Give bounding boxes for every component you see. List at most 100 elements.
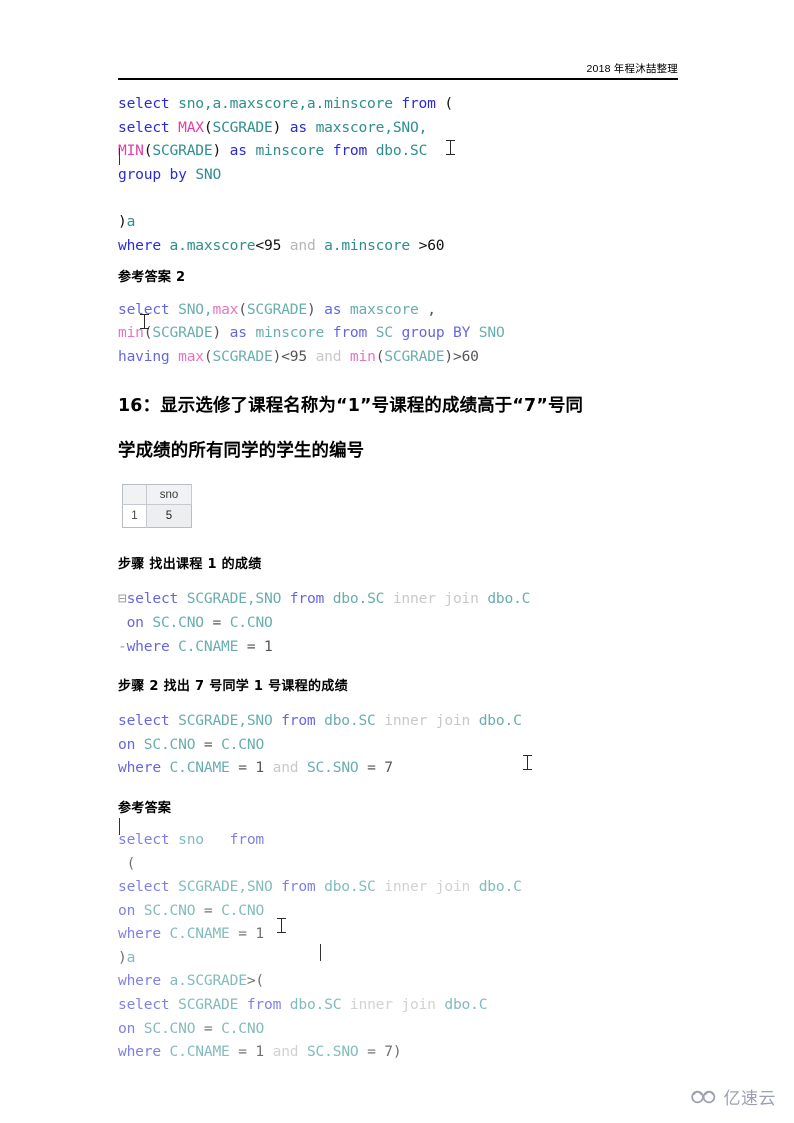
code-token: inner join xyxy=(349,996,436,1014)
table-row[interactable]: 1 5 xyxy=(122,504,192,529)
code-token: a xyxy=(126,948,136,966)
code-token: , xyxy=(427,300,436,318)
code-token: and xyxy=(272,1043,299,1061)
code-token: inner join xyxy=(384,712,471,730)
code-token: as xyxy=(289,118,307,136)
code-token: SCGRADE xyxy=(212,118,273,136)
code-token: ) xyxy=(392,1043,402,1061)
code-token: C.CNO xyxy=(221,901,265,919)
grid-row-number[interactable]: 1 xyxy=(122,504,147,528)
code-token: ( xyxy=(255,972,264,990)
code-token: select xyxy=(118,300,170,318)
code-token: ) xyxy=(212,142,222,160)
code-token: from xyxy=(401,95,436,112)
code-token: maxscore,SNO, xyxy=(315,118,428,136)
code-token: 95 xyxy=(289,347,307,365)
grid-cell-sno-value[interactable]: 5 xyxy=(146,504,192,529)
code-token: SNO xyxy=(478,324,505,342)
code-token: from xyxy=(281,712,316,730)
code-token: where xyxy=(118,236,161,254)
code-token: 1 xyxy=(255,1043,265,1061)
code-block-4: ⊟select SCGRADE,SNO from dbo.SC inner jo… xyxy=(118,587,698,658)
code-block-1: select sno,a.maxscore,a.minscore from (s… xyxy=(118,92,698,186)
page-header: 2018 年程沐喆整理 xyxy=(118,62,678,80)
heading-reference-answer: 参考答案 xyxy=(118,800,172,816)
code-line: where a.maxscore<95 and a.minscore >60 xyxy=(118,234,698,258)
code-token: as xyxy=(229,142,247,160)
code-token: where xyxy=(118,925,161,943)
result-grid[interactable]: sno 1 5 xyxy=(122,484,192,529)
code-line: )a xyxy=(118,946,698,970)
code-token: = xyxy=(367,759,376,777)
code-token: dbo.SC xyxy=(289,996,342,1014)
code-token: on xyxy=(118,735,136,753)
code-line: on SC.CNO = C.CNO xyxy=(118,1017,698,1041)
watermark: 亿速云 xyxy=(690,1084,777,1109)
question-16-line-1: 16：显示选修了课程名称为“1”号课程的成绩高于“7”号同 xyxy=(118,396,584,417)
code-line: )a xyxy=(118,210,698,234)
code-token: having xyxy=(118,347,170,365)
code-token: sno xyxy=(178,830,204,848)
code-token: SC.SNO xyxy=(306,1043,359,1061)
code-token: 7 xyxy=(384,759,393,777)
code-token: MAX xyxy=(178,118,204,136)
code-line: group by SNO xyxy=(118,163,698,187)
code-token: from xyxy=(281,878,316,896)
grid-column-header-sno[interactable]: sno xyxy=(146,484,192,506)
watermark-logo-icon xyxy=(690,1088,720,1105)
code-token: minscore xyxy=(255,142,325,160)
code-token: 60 xyxy=(461,347,479,365)
code-token: ( xyxy=(444,95,453,112)
code-token: 95 xyxy=(264,236,282,254)
code-token: min xyxy=(349,347,376,365)
code-line: select sno from xyxy=(118,828,698,852)
code-line: select SCGRADE,SNO from dbo.SC inner joi… xyxy=(118,875,698,899)
code-token: SC.CNO xyxy=(152,613,204,631)
code-token: ) xyxy=(118,948,127,966)
code-token: a xyxy=(126,213,136,231)
code-block-2: )a where a.maxscore<95 and a.minscore >60 xyxy=(118,210,698,257)
watermark-text: 亿速云 xyxy=(723,1089,776,1109)
grid-corner-header[interactable] xyxy=(122,484,147,506)
code-token: from xyxy=(289,590,325,608)
code-token: < xyxy=(281,347,290,365)
header-divider xyxy=(118,78,678,80)
code-token: dbo.SC xyxy=(375,142,428,160)
code-token: > xyxy=(452,347,462,365)
document-page: 2018 年程沐喆整理 select sno,a.maxscore,a.mins… xyxy=(0,0,794,1123)
code-token: dbo.C xyxy=(444,996,488,1014)
code-token: max xyxy=(212,300,239,318)
code-token: = xyxy=(212,613,222,631)
code-token: C.CNAME xyxy=(169,925,230,943)
code-token: minscore xyxy=(255,324,325,342)
code-token: ( xyxy=(375,347,385,365)
code-token: and xyxy=(272,759,299,777)
code-token: SNO xyxy=(195,165,222,183)
code-token: inner join xyxy=(392,590,479,608)
